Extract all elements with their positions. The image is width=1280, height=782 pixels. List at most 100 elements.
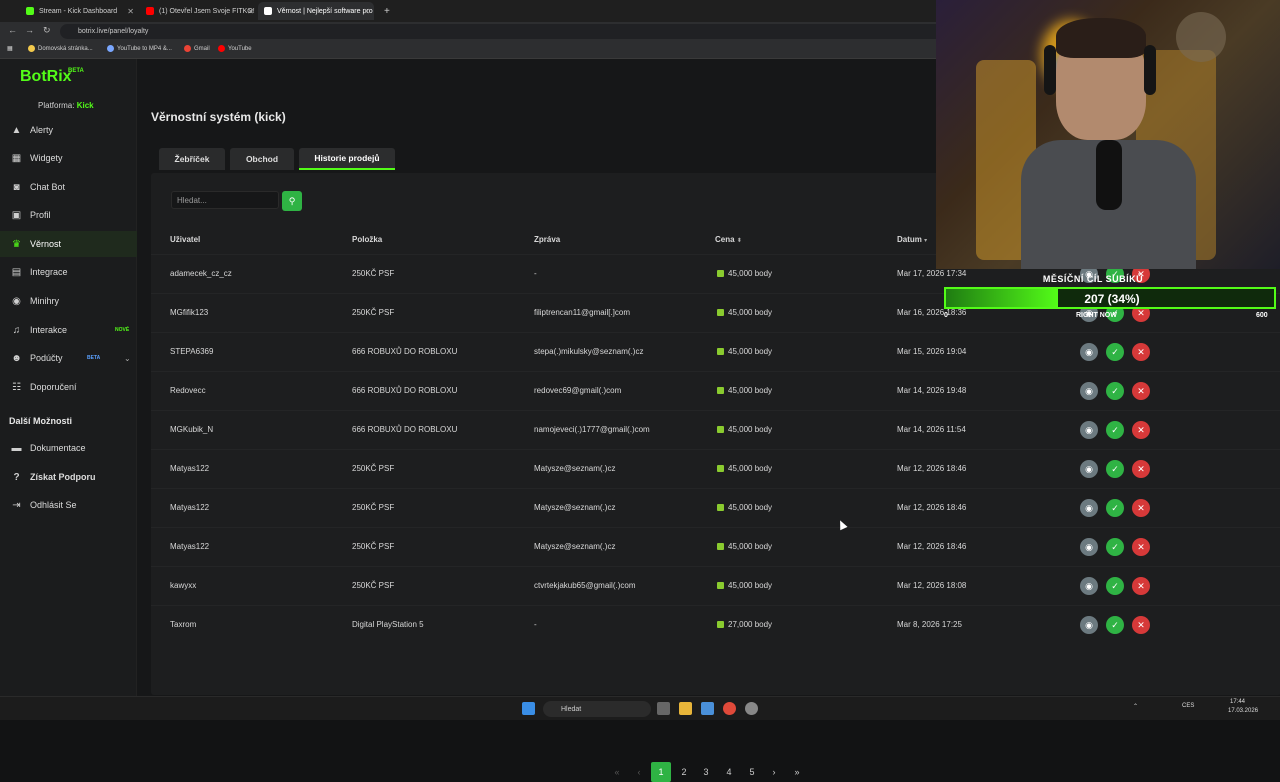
reject-icon[interactable]: ✕	[1132, 460, 1150, 478]
reject-icon[interactable]: ✕	[1132, 421, 1150, 439]
sidebar-item-profil[interactable]: ▣ Profil	[0, 202, 137, 228]
reject-icon[interactable]: ✕	[1132, 616, 1150, 634]
view-icon[interactable]: ◉	[1080, 577, 1098, 595]
table-row: Redovecc 666 ROBUXŮ DO ROBLOXU redovec69@g…	[151, 371, 1280, 410]
cell-price: 45,000 body	[717, 542, 772, 551]
column-header-date[interactable]: Datum ▾	[897, 235, 927, 244]
prev-page-button[interactable]: ‹	[629, 762, 649, 782]
approve-icon[interactable]: ✓	[1106, 538, 1124, 556]
tab-zebricek[interactable]: Žebříček	[159, 148, 225, 170]
view-icon[interactable]: ◉	[1080, 616, 1098, 634]
view-icon[interactable]: ◉	[1080, 538, 1098, 556]
reject-icon[interactable]: ✕	[1132, 538, 1150, 556]
sidebar-item-odhlasit-se[interactable]: ⇥ Odhlásit Se	[0, 492, 137, 518]
approve-icon[interactable]: ✓	[1106, 421, 1124, 439]
sidebar-item-dokumentace[interactable]: ▬ Dokumentace	[0, 435, 137, 461]
new-tab-button[interactable]: +	[378, 2, 392, 20]
close-tab-icon[interactable]: ✕	[247, 7, 254, 16]
approve-icon[interactable]: ✓	[1106, 460, 1124, 478]
tab-obchod[interactable]: Obchod	[230, 148, 294, 170]
cell-item: 250KČ PSF	[352, 269, 395, 278]
approve-icon[interactable]: ✓	[1106, 577, 1124, 595]
table-row: Matyas122 250KČ PSF Matysze@seznam(.)cz 45,…	[151, 527, 1280, 566]
clock-time[interactable]: 17:44	[1230, 699, 1245, 705]
view-icon[interactable]: ◉	[1080, 382, 1098, 400]
chevron-down-icon[interactable]: ⌄	[124, 354, 131, 363]
cell-price: 45,000 body	[717, 347, 772, 356]
microphone	[1096, 140, 1122, 210]
tab-historie-prodeju[interactable]: Historie prodejů	[299, 148, 395, 170]
sidebar-item-vernost[interactable]: ♛ Věrnost	[0, 231, 137, 257]
browser-tab-vernost[interactable]: Věrnost | Nejlepší software pro ✕	[258, 2, 374, 20]
view-icon[interactable]: ◉	[1080, 421, 1098, 439]
reload-icon[interactable]: ↻	[43, 25, 51, 36]
sidebar-item-alerty[interactable]: ▲ Alerty	[0, 117, 137, 143]
close-tab-icon[interactable]: ✕	[363, 7, 370, 16]
reject-icon[interactable]: ✕	[1132, 499, 1150, 517]
bookmark-youtube[interactable]: YouTube	[218, 45, 252, 52]
coin-icon	[717, 582, 724, 589]
reject-icon[interactable]: ✕	[1132, 577, 1150, 595]
sidebar-item-minihry[interactable]: ◉ Minihry	[0, 288, 137, 314]
search-input[interactable]: Hledat...	[171, 191, 279, 209]
bookmark-home[interactable]: Domovská stránka...	[28, 45, 93, 52]
column-header-user[interactable]: Uživatel	[170, 235, 200, 244]
sidebar-item-ziskat-podporu[interactable]: ? Získat Podporu	[0, 464, 137, 490]
browser-tab-kick-dashboard[interactable]: Stream - Kick Dashboard ✕	[20, 2, 138, 20]
sort-icon: ⬍	[736, 238, 742, 244]
back-icon[interactable]: ←	[8, 25, 17, 35]
sidebar-item-poducty[interactable]: ☻ Podúčty BETA ⌄	[0, 345, 137, 371]
file-explorer-icon[interactable]	[679, 702, 692, 715]
search-button[interactable]: ⚲	[282, 191, 302, 211]
taskbar-search[interactable]: Hledat	[543, 701, 651, 717]
first-page-button[interactable]: «	[607, 762, 627, 782]
bookmark-youtube-mp4[interactable]: YouTube to MP4 &...	[107, 45, 172, 52]
store-icon[interactable]	[701, 702, 714, 715]
next-page-button[interactable]: ›	[764, 762, 784, 782]
column-header-price[interactable]: Cena ⬍	[715, 235, 742, 244]
sidebar-item-chat-bot[interactable]: ◙ Chat Bot	[0, 174, 137, 200]
windows-start-icon[interactable]	[522, 702, 535, 715]
approve-icon[interactable]: ✓	[1106, 499, 1124, 517]
forward-icon[interactable]: →	[25, 25, 34, 35]
approve-icon[interactable]: ✓	[1106, 343, 1124, 361]
id-card-icon: ▣	[11, 209, 22, 221]
sidebar-item-interakce[interactable]: ♫ Interakce NOVÉ	[0, 317, 137, 343]
page-1-button[interactable]: 1	[651, 762, 671, 782]
view-icon[interactable]: ◉	[1080, 499, 1098, 517]
last-page-button[interactable]: »	[787, 762, 807, 782]
goal-sublabel: RIGHT NOW	[1076, 312, 1117, 319]
clock-date[interactable]: 17.03.2026	[1228, 708, 1258, 714]
page-2-button[interactable]: 2	[674, 762, 694, 782]
page-4-button[interactable]: 4	[719, 762, 739, 782]
botrix-logo[interactable]: BotRix	[20, 68, 72, 86]
bookmark-gmail[interactable]: Gmail	[184, 45, 210, 52]
book-icon: ▬	[11, 442, 22, 454]
headphones	[1044, 45, 1056, 95]
view-icon[interactable]: ◉	[1080, 460, 1098, 478]
column-header-item[interactable]: Položka	[352, 235, 382, 244]
chrome-icon[interactable]	[723, 702, 736, 715]
sidebar-item-doporuceni[interactable]: ☷ Doporučení	[0, 374, 137, 400]
close-tab-icon[interactable]: ✕	[127, 7, 134, 16]
page-3-button[interactable]: 3	[696, 762, 716, 782]
url-input[interactable]: botrix.live/panel/loyalty	[60, 24, 960, 39]
settings-icon[interactable]	[745, 702, 758, 715]
language-indicator[interactable]: CES	[1182, 703, 1194, 709]
sidebar-item-integrace[interactable]: ▤ Integrace	[0, 259, 137, 285]
sidebar-item-widgety[interactable]: ▦ Widgety	[0, 145, 137, 171]
browser-tab-youtube[interactable]: (1) Otevřel Jsem Svoje FITKO! ✕	[140, 2, 258, 20]
task-view-icon[interactable]	[657, 702, 670, 715]
reject-icon[interactable]: ✕	[1132, 343, 1150, 361]
apps-grid-icon[interactable]: ▦	[7, 45, 13, 52]
cell-user: Matyas122	[170, 542, 210, 551]
tray-chevron-icon[interactable]: ⌃	[1133, 703, 1138, 710]
reject-icon[interactable]: ✕	[1132, 382, 1150, 400]
column-header-message[interactable]: Zpráva	[534, 235, 560, 244]
view-icon[interactable]: ◉	[1080, 343, 1098, 361]
approve-icon[interactable]: ✓	[1106, 382, 1124, 400]
page-5-button[interactable]: 5	[742, 762, 762, 782]
coin-icon	[717, 426, 724, 433]
approve-icon[interactable]: ✓	[1106, 616, 1124, 634]
search-icon: ⚲	[288, 195, 296, 206]
